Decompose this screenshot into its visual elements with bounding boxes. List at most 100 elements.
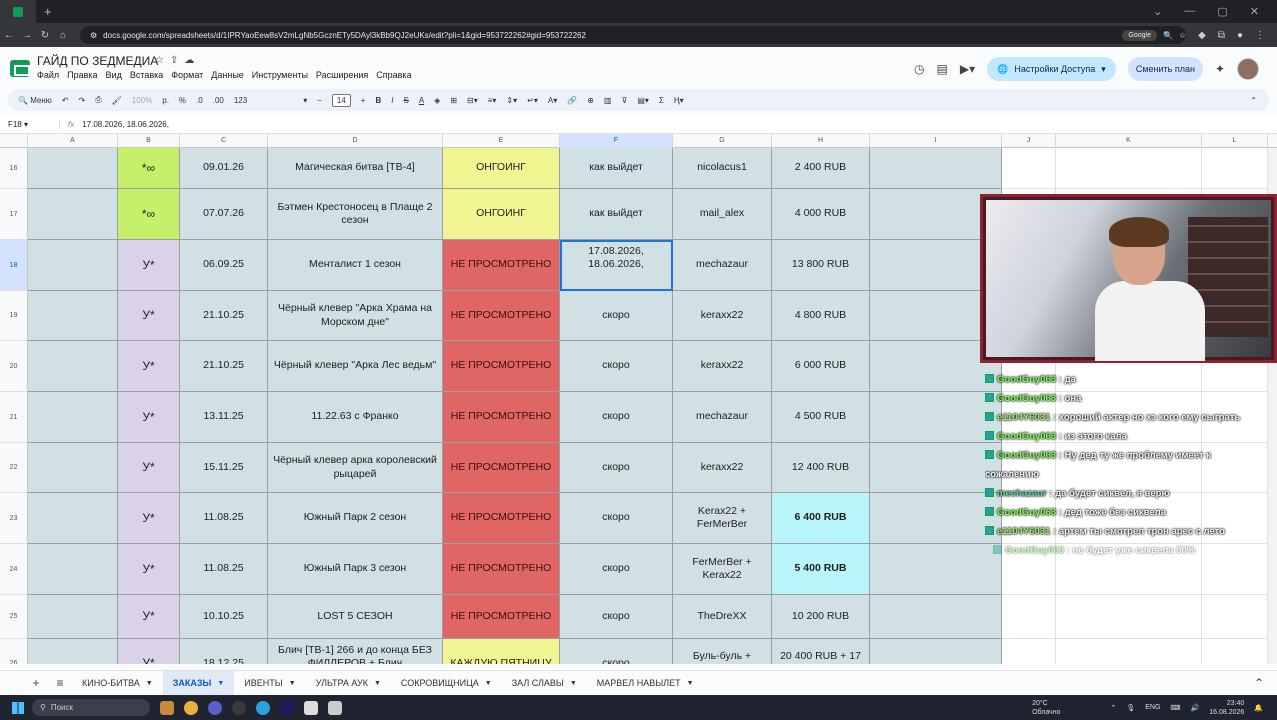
cell-watch-status[interactable]: НЕ ПРОСМОТРЕНО — [443, 392, 560, 443]
cell-when[interactable]: скоро — [560, 493, 673, 544]
cell-a[interactable] — [28, 595, 118, 639]
change-plan-button[interactable]: Сменить план — [1127, 57, 1203, 81]
sheet-tab[interactable]: УЛЬТРА АУК ▼ — [306, 671, 391, 696]
cell-customer[interactable]: FerMerBer + Kerax22 — [673, 544, 772, 595]
tray-chevron-icon[interactable]: ⌃ — [1110, 704, 1116, 712]
cell-price[interactable]: 12 400 RUB — [772, 443, 870, 493]
zoom-icon[interactable]: 🔍 — [1163, 31, 1173, 40]
cell-watch-status[interactable]: НЕ ПРОСМОТРЕНО — [443, 595, 560, 639]
cell-when[interactable]: скоро — [560, 544, 673, 595]
minimize-icon[interactable]: — — [1184, 5, 1195, 18]
cell-price[interactable]: 20 400 RUB + 17 800 — [772, 639, 870, 664]
row-header[interactable]: 21 — [0, 392, 28, 443]
cell-when[interactable]: 17.08.2026, 18.06.2026, — [560, 240, 673, 291]
cell-a[interactable] — [28, 341, 118, 392]
cell-price[interactable]: 4 500 RUB — [772, 392, 870, 443]
cell-when[interactable]: скоро — [560, 595, 673, 639]
cell-title[interactable]: Магическая битва [ТВ-4] — [268, 148, 443, 189]
cell-price[interactable]: 10 200 RUB — [772, 595, 870, 639]
maximize-icon[interactable]: ▢ — [1217, 5, 1227, 18]
puzzle-icon[interactable]: ⧉ — [1218, 30, 1225, 41]
cell-l[interactable] — [1202, 639, 1268, 664]
cell-when[interactable]: скоро — [560, 639, 673, 664]
chevron-down-icon[interactable]: ▼ — [289, 680, 296, 687]
cell-when[interactable]: скоро — [560, 443, 673, 493]
cell-status-mark[interactable]: У* — [118, 493, 180, 544]
cell-date[interactable]: 09.01.26 — [180, 148, 268, 189]
cell-customer[interactable]: Kerax22 + FerMerBer — [673, 493, 772, 544]
new-tab-icon[interactable]: + — [44, 4, 52, 19]
column-header[interactable]: G — [673, 134, 772, 148]
chevron-down-icon[interactable]: ▼ — [687, 680, 694, 687]
sheet-tab[interactable]: МАРВЕЛ НАВЫЛЕТ ▼ — [587, 671, 704, 696]
select-all-corner[interactable] — [0, 134, 28, 148]
insert-chart-icon[interactable]: ▥ — [604, 96, 612, 105]
formula-input[interactable]: 17.08.2026, 18.06.2026, — [82, 120, 169, 129]
cell-watch-status[interactable]: НЕ ПРОСМОТРЕНО — [443, 341, 560, 392]
filter-views-icon[interactable]: ▤▾ — [637, 96, 649, 105]
bookmark-star-icon[interactable]: ☆ — [1179, 31, 1186, 40]
microphone-icon[interactable]: 🎙 — [1126, 704, 1135, 712]
cell-title[interactable]: Бэтмен Крестоносец в Плаще 2 сезон — [268, 189, 443, 240]
cell-watch-status[interactable]: НЕ ПРОСМОТРЕНО — [443, 493, 560, 544]
cell-price[interactable]: 2 400 RUB — [772, 148, 870, 189]
menu-data[interactable]: Данные — [211, 70, 244, 80]
cell-date[interactable]: 11.08.25 — [180, 493, 268, 544]
cell-date[interactable]: 06.09.25 — [180, 240, 268, 291]
cell-customer[interactable]: keraxx22 — [673, 443, 772, 493]
windows-start-icon[interactable] — [12, 701, 24, 714]
chevron-down-icon[interactable]: ▼ — [146, 680, 153, 687]
italic-icon[interactable]: I — [391, 96, 393, 105]
cell-status-mark[interactable]: У* — [118, 443, 180, 493]
sheet-tab-active[interactable]: ЗАКАЗЫ ▼ — [162, 670, 235, 696]
cell-price[interactable]: 4 000 RUB — [772, 189, 870, 240]
chevron-down-icon[interactable]: ▼ — [217, 680, 224, 687]
zoom-select[interactable]: 100% — [132, 96, 152, 105]
move-icon[interactable]: ⇪ — [170, 55, 178, 66]
filter-icon[interactable]: ⊽ — [621, 96, 627, 105]
horizontal-align-icon[interactable]: ≡▾ — [488, 96, 497, 105]
cell-title[interactable]: Блич [ТВ-1] 266 и до конца БЕЗ ФИЛЛЕРОВ … — [268, 639, 443, 664]
cell-watch-status[interactable]: ОНГОИНГ — [443, 148, 560, 189]
column-header[interactable]: A — [28, 134, 118, 148]
column-header[interactable]: C — [180, 134, 268, 148]
more-menu-icon[interactable]: ⋮ — [1255, 30, 1265, 41]
menu-tools[interactable]: Инструменты — [252, 70, 308, 80]
row-header[interactable]: 18 — [0, 240, 28, 291]
cell-i[interactable] — [870, 392, 1002, 443]
cell-when[interactable]: как выйдет — [560, 148, 673, 189]
obs-icon[interactable] — [232, 700, 246, 715]
text-color-icon[interactable]: A — [419, 96, 424, 105]
meet-icon[interactable]: ▶▾ — [960, 62, 975, 76]
cell-date[interactable]: 07.07.26 — [180, 189, 268, 240]
volume-icon[interactable]: 🔊 — [1191, 704, 1200, 712]
cell-customer[interactable]: nicolacus1 — [673, 148, 772, 189]
row-header[interactable]: 20 — [0, 341, 28, 392]
font-size-decrease-icon[interactable]: − — [317, 96, 322, 105]
row-header[interactable]: 23 — [0, 493, 28, 544]
font-select[interactable]: ▾ — [257, 96, 307, 105]
cell-status-mark[interactable]: У* — [118, 639, 180, 664]
chrome-icon[interactable] — [184, 700, 198, 715]
app-icon[interactable] — [208, 700, 222, 715]
cell-customer[interactable]: mechazaur — [673, 240, 772, 291]
cell-i[interactable] — [870, 443, 1002, 493]
cell-title[interactable]: Чёрный клевер "Арка Храма на Морском дне… — [268, 291, 443, 341]
sheets-logo-icon[interactable] — [10, 60, 30, 77]
search-menus-button[interactable]: 🔍 Меню — [18, 96, 52, 105]
column-header[interactable]: L — [1202, 134, 1268, 148]
cell-title[interactable]: Южный Парк 2 сезон — [268, 493, 443, 544]
text-wrap-icon[interactable]: ↵▾ — [527, 96, 538, 105]
cell-k[interactable] — [1056, 148, 1202, 189]
column-header[interactable]: I — [870, 134, 1002, 148]
insert-comment-icon[interactable]: ⊕ — [587, 96, 594, 105]
cell-title[interactable]: Чёрный клевер "Арка Лес ведьм" — [268, 341, 443, 392]
cell-status-mark[interactable]: У* — [118, 595, 180, 639]
star-icon[interactable]: ☆ — [155, 55, 164, 66]
cell-status-mark[interactable]: У* — [118, 240, 180, 291]
cell-a[interactable] — [28, 392, 118, 443]
paint-format-icon[interactable]: 🖌 — [112, 96, 122, 105]
cell-i[interactable] — [870, 544, 1002, 595]
cell-a[interactable] — [28, 639, 118, 664]
font-size-increase-icon[interactable]: + — [361, 96, 366, 105]
